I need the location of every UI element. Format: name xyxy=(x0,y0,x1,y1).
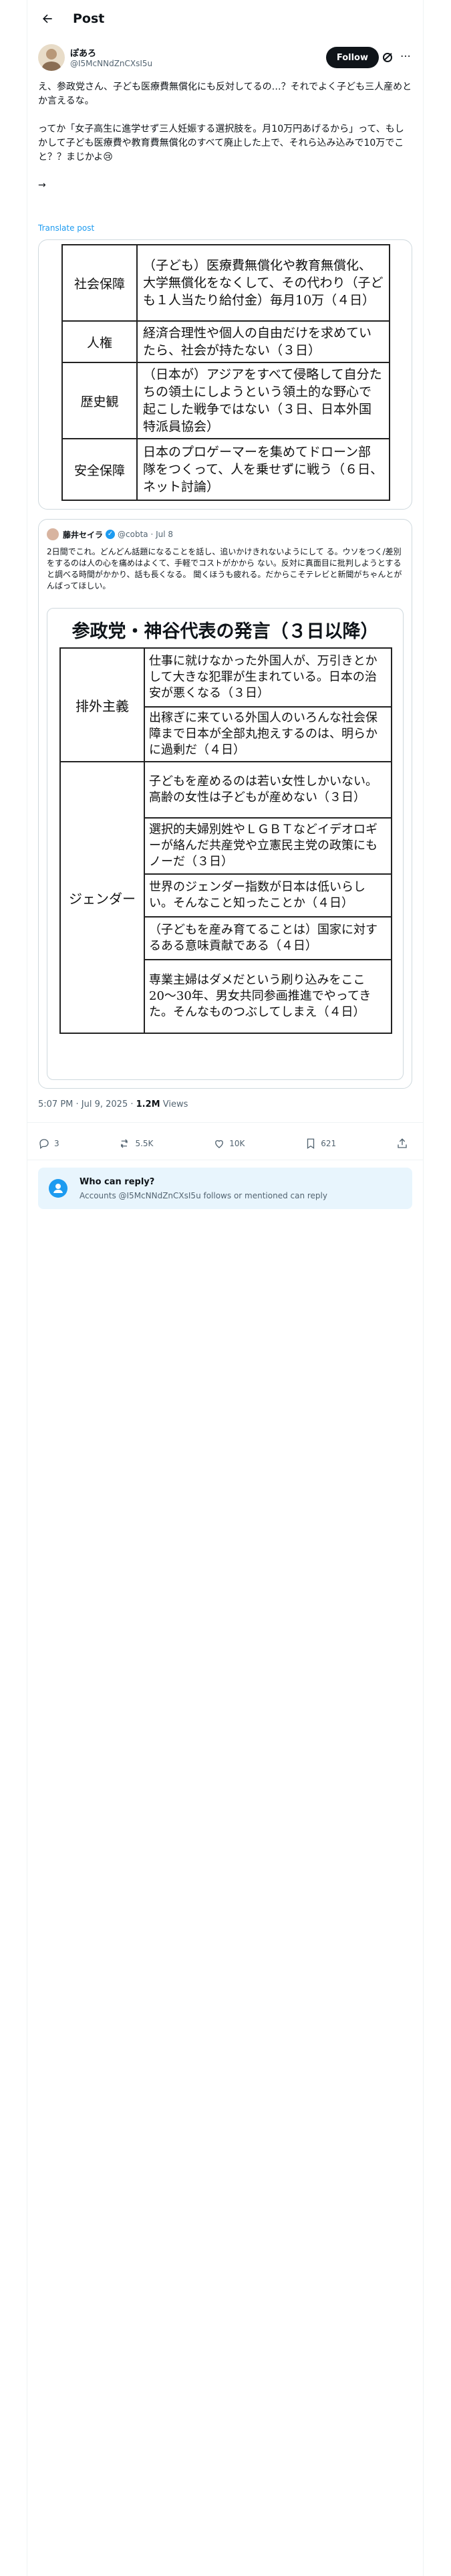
table-value: （日本が）アジアをすべて侵略して自分たちの領土にしようという領土的な野心で起こし… xyxy=(136,362,390,439)
quoted-image[interactable]: 参政党・神谷代表の発言（３日以降） 排外主義 仕事に就けなかった外国人が、万引きと… xyxy=(47,608,404,1080)
bookmark-button[interactable]: 621 xyxy=(305,1138,336,1150)
table-row: 排外主義 仕事に就けなかった外国人が、万引きとかして大きな犯罪が生まれている。日本… xyxy=(59,647,392,762)
bookmark-count: 621 xyxy=(321,1139,337,1148)
like-count: 10K xyxy=(229,1139,245,1148)
reply-icon xyxy=(39,1139,49,1150)
view-count: 1.2M xyxy=(136,1099,160,1109)
table-value: 世界のジェンダー指数が日本は低いらしい。そんなこと知ったことか（４日） xyxy=(144,873,392,918)
quoted-author-name: 藤井セイラ xyxy=(63,530,104,540)
table-value: 選択的夫婦別姓やＬＧＢＴなどイデオロギーが絡んだ共産党や立憲民主党の政策にもノー… xyxy=(144,817,392,875)
statements-table: 排外主義 仕事に就けなかった外国人が、万引きとかして大きな犯罪が生まれている。日本… xyxy=(59,647,392,1034)
translate-link[interactable]: Translate post xyxy=(38,223,94,233)
author-row: ぽあろ @I5McNNdZnCXsI5u Follow ⋯ xyxy=(38,44,412,74)
follow-button[interactable]: Follow xyxy=(325,47,379,68)
avatar[interactable] xyxy=(38,44,65,71)
grok-icon[interactable] xyxy=(382,51,395,64)
bookmark-icon xyxy=(307,1138,315,1150)
image-title: 参政党・神谷代表の発言（３日以降） xyxy=(71,621,379,642)
post-meta: 5:07 PM · Jul 9, 2025 · 1.2M Views xyxy=(38,1099,188,1109)
quoted-author-row: 藤井セイラ ✓ @cobta · Jul 8 xyxy=(47,528,173,541)
separator: · xyxy=(148,530,156,539)
table-row: 歴史観 （日本が）アジアをすべて侵略して自分たちの領土にしようという領土的な野心で… xyxy=(61,362,390,439)
at-mention-icon xyxy=(49,1179,67,1198)
table-value: 日本のプロゲーマーを集めてドローン部隊をつくって、人を乗せずに戦う（６日、ネット… xyxy=(136,438,390,501)
author-name[interactable]: ぽあろ xyxy=(70,46,96,59)
main-column: Post ぽあろ @I5McNNdZnCXsI5u Follow ⋯ え、参政党… xyxy=(27,0,424,2576)
table-key: 人権 xyxy=(61,320,138,363)
post-time[interactable]: 5:07 PM · Jul 9, 2025 · xyxy=(38,1099,136,1109)
heart-icon xyxy=(215,1140,224,1148)
post-text: え、参政党さん、子ども医療費無償化にも反対してるの…？それでよく子ども三人産めと… xyxy=(38,82,412,191)
table-key: 歴史観 xyxy=(61,362,138,439)
table-key: 排外主義 xyxy=(59,647,145,762)
back-button[interactable] xyxy=(35,7,59,31)
table-value: 経済合理性や個人の自由だけを求めていたら、社会が持たない（３日） xyxy=(136,320,390,363)
quoted-post[interactable]: 藤井セイラ ✓ @cobta · Jul 8 2日間でこれ。どんどん話題になるこ… xyxy=(38,519,412,1089)
table-row: 人権 経済合理性や個人の自由だけを求めていたら、社会が持たない（３日） xyxy=(61,320,390,363)
like-button[interactable]: 10K xyxy=(213,1138,245,1150)
table-key: 安全保障 xyxy=(61,438,138,501)
table-key: 社会保障 xyxy=(61,244,138,322)
table-row: 安全保障 日本のプロゲーマーを集めてドローン部隊をつくって、人を乗せずに戦う（６日… xyxy=(61,438,390,501)
page-title: Post xyxy=(73,11,105,26)
avatar xyxy=(47,528,59,540)
policy-table: 社会保障 （子ども）医療費無償化や教育無償化、大学無償化をなくして、その代わり（子… xyxy=(61,244,390,501)
table-value: 仕事に就けなかった外国人が、万引きとかして大きな犯罪が生まれている。日本の治安が… xyxy=(144,647,392,708)
table-row: 社会保障 （子ども）医療費無償化や教育無償化、大学無償化をなくして、その代わり（子… xyxy=(61,244,390,322)
author-handle[interactable]: @I5McNNdZnCXsI5u xyxy=(70,59,152,68)
table-value: （子ども）医療費無償化や教育無償化、大学無償化をなくして、その代わり（子ども１人… xyxy=(136,244,390,322)
share-button[interactable] xyxy=(396,1138,412,1150)
who-can-reply-subtitle: Accounts @I5McNNdZnCXsI5u follows or men… xyxy=(80,1191,327,1200)
table-value: 専業主婦はダメだという刷り込みをここ20〜30年、男女共同参画推進でやってきた。… xyxy=(144,959,392,1034)
share-icon xyxy=(398,1138,407,1148)
repost-button[interactable]: 5.5K xyxy=(119,1138,153,1150)
reply-count: 3 xyxy=(54,1139,59,1148)
table-value: 出稼ぎに来ている外国人のいろんな社会保障まで日本が全部丸抱えするのは、明らかに過… xyxy=(144,706,392,762)
arrow-left-icon xyxy=(43,14,52,23)
table-value: 子どもを産めるのは若い女性しかいない。高齢の女性は子どもが産めない（３日） xyxy=(144,761,392,819)
repost-count: 5.5K xyxy=(135,1139,154,1148)
repost-icon xyxy=(121,1139,128,1148)
action-bar: 3 5.5K 10K 621 xyxy=(38,1130,412,1157)
header: Post xyxy=(27,0,423,37)
views-label: Views xyxy=(160,1099,188,1109)
quoted-date: Jul 8 xyxy=(156,530,174,539)
post-image[interactable]: 社会保障 （子ども）医療費無償化や教育無償化、大学無償化をなくして、その代わり（子… xyxy=(38,239,412,510)
table-key: ジェンダー xyxy=(59,761,145,1034)
more-options-icon[interactable]: ⋯ xyxy=(399,49,412,63)
who-can-reply-box: Who can reply? Accounts @I5McNNdZnCXsI5u… xyxy=(38,1168,412,1209)
who-can-reply-title: Who can reply? xyxy=(80,1177,155,1187)
quoted-handle: @cobta xyxy=(118,530,148,539)
reply-button[interactable]: 3 xyxy=(38,1138,59,1150)
divider xyxy=(27,1122,423,1123)
quoted-text: 2日間でこれ。どんどん話題になることを話し、追いかけきれないようにして る。ウソ… xyxy=(47,547,402,591)
table-row: ジェンダー 子どもを産めるのは若い女性しかいない。高齢の女性は子どもが産めない（３… xyxy=(59,761,392,1034)
verified-badge-icon: ✓ xyxy=(106,530,116,539)
table-value: （子どもを産み育てることは）国家に対するある意味貢献である（４日） xyxy=(144,916,392,960)
